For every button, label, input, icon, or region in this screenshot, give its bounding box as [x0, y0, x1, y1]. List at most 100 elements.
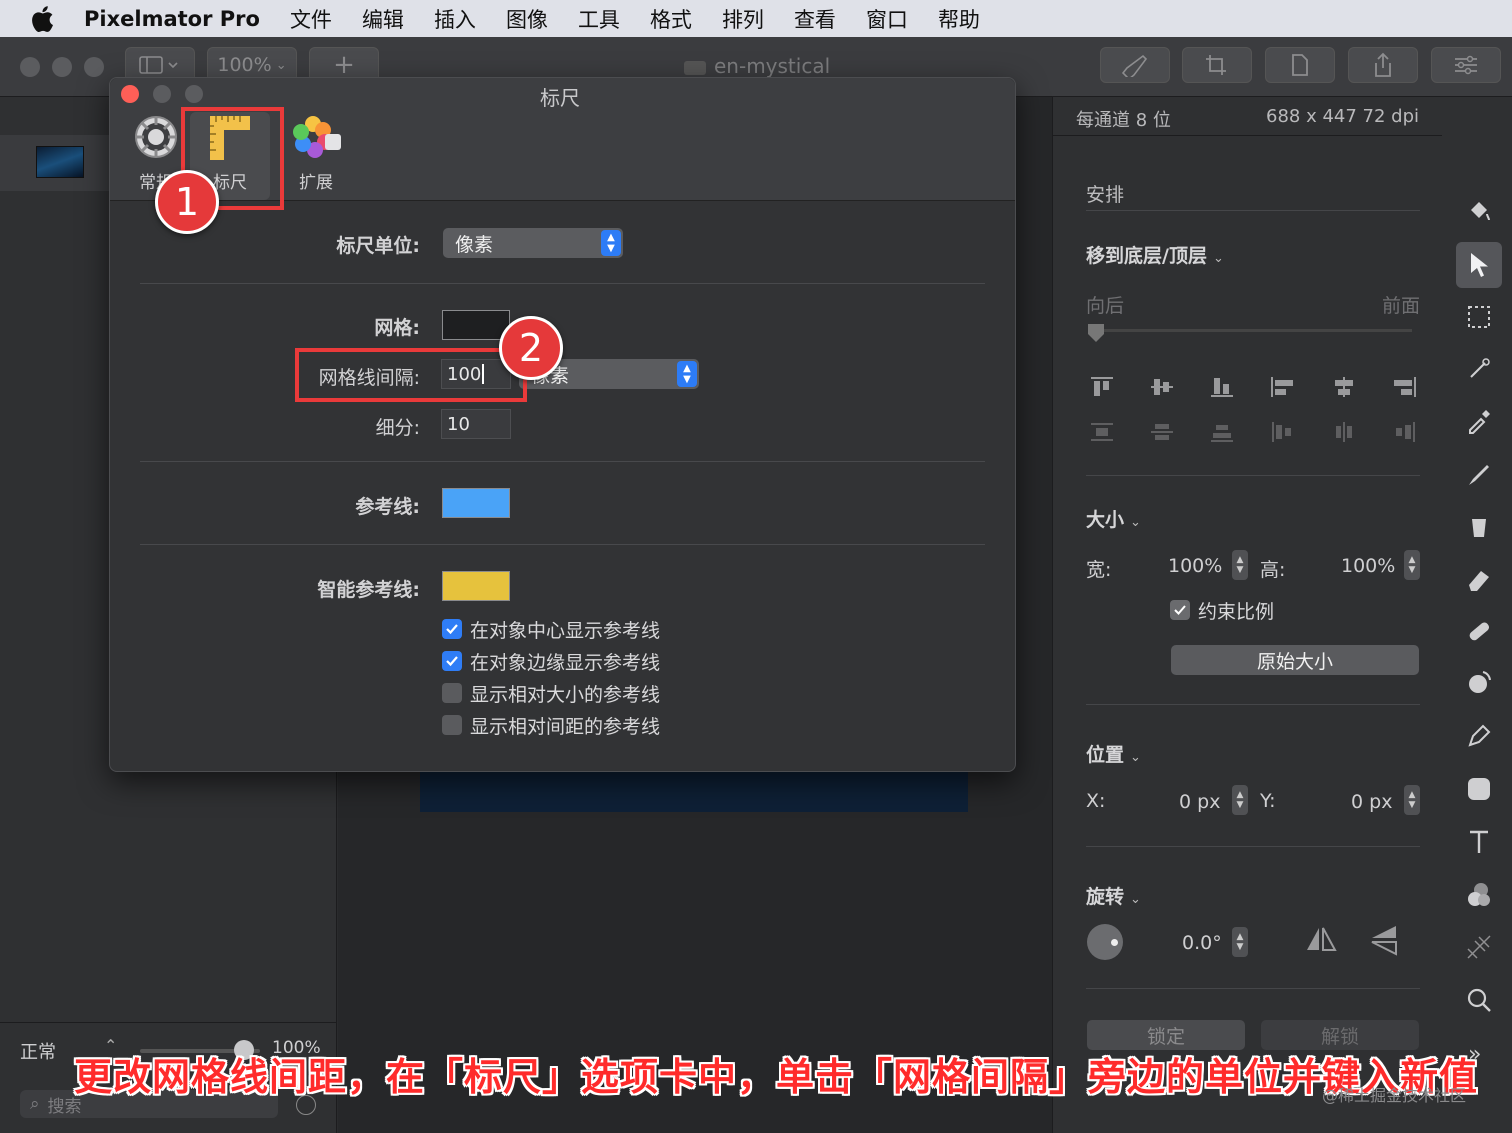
- bucket-icon: [1472, 519, 1486, 537]
- distribute-bottom-icon[interactable]: [1209, 421, 1235, 443]
- subdivisions-input[interactable]: 10: [441, 409, 511, 439]
- guides-center-checkbox[interactable]: 在对象中心显示参考线: [442, 616, 660, 642]
- distribute-top-icon[interactable]: [1089, 421, 1115, 443]
- erase-tool[interactable]: [1459, 559, 1499, 599]
- distribute-right-icon[interactable]: [1391, 421, 1417, 443]
- align-right-icon[interactable]: [1391, 376, 1417, 398]
- paint-tool[interactable]: [1459, 455, 1499, 495]
- menu-bar: Pixelmator Pro 文件 编辑 插入 图像 工具 格式 排列 查看 窗…: [0, 0, 1512, 37]
- canvas-image: [420, 770, 968, 812]
- color-tool[interactable]: [1459, 875, 1499, 915]
- inspector-divider: [1052, 135, 1442, 136]
- brush-button[interactable]: [1100, 47, 1170, 83]
- x-value[interactable]: 0 px: [1179, 791, 1220, 813]
- menu-file[interactable]: 文件: [290, 4, 332, 34]
- arrange-slider[interactable]: [1092, 329, 1412, 332]
- width-stepper[interactable]: ▲ ▼: [1232, 550, 1248, 580]
- menu-arrange[interactable]: 排列: [722, 4, 764, 34]
- align-top-icon[interactable]: [1089, 376, 1115, 398]
- adjust-button[interactable]: [1431, 47, 1501, 83]
- quick-selection-tool[interactable]: [1459, 349, 1499, 389]
- position-section-toggle[interactable]: 位置 ⌄: [1086, 740, 1141, 767]
- fill-tool[interactable]: [1459, 507, 1499, 547]
- move-layer-menu[interactable]: 移到底层/顶层 ⌄: [1086, 241, 1224, 268]
- window-zoom-button[interactable]: [84, 57, 104, 77]
- arrange-slider-knob[interactable]: [1086, 322, 1106, 344]
- distribute-left-icon[interactable]: [1270, 421, 1296, 443]
- align-vertical-center-icon[interactable]: [1149, 376, 1175, 398]
- guides-color-well[interactable]: [442, 488, 510, 518]
- distort-tool[interactable]: [1459, 663, 1499, 703]
- ruler-units-value: 像素: [455, 233, 494, 256]
- ruler-units-popup[interactable]: 像素 ▲ ▼: [443, 228, 623, 258]
- menu-tools[interactable]: 工具: [578, 4, 620, 34]
- flip-horizontal-icon[interactable]: [1305, 926, 1337, 954]
- blend-mode-select[interactable]: 正常: [20, 1038, 56, 1064]
- paint-bucket-icon: [1471, 202, 1490, 221]
- guides-edges-checkbox[interactable]: 在对象边缘显示参考线: [442, 648, 660, 674]
- effects-tool[interactable]: [1459, 927, 1499, 967]
- style-tool[interactable]: [1459, 190, 1499, 230]
- rotation-stepper[interactable]: ▲ ▼: [1232, 927, 1248, 957]
- window-close-button[interactable]: [20, 57, 40, 77]
- dialog-title: 标尺: [540, 86, 580, 110]
- align-horizontal-center-icon[interactable]: [1331, 376, 1357, 398]
- gear-icon: [135, 116, 177, 158]
- menu-image[interactable]: 图像: [506, 4, 548, 34]
- apple-icon[interactable]: [30, 5, 58, 33]
- smart-guides-color-well[interactable]: [442, 571, 510, 601]
- layer-thumbnail: [36, 146, 84, 178]
- crop-button[interactable]: [1182, 47, 1252, 83]
- eyedropper-icon: [1469, 410, 1490, 434]
- guides-relative-spacing-checkbox[interactable]: 显示相对间距的参考线: [442, 712, 660, 738]
- flip-vertical-icon[interactable]: [1370, 924, 1400, 956]
- height-stepper[interactable]: ▲ ▼: [1404, 550, 1420, 580]
- grid-color-well[interactable]: [442, 310, 510, 340]
- type-tool[interactable]: [1459, 822, 1499, 862]
- window-minimize-button[interactable]: [52, 57, 72, 77]
- shape-tool[interactable]: [1459, 769, 1499, 809]
- stepper-up-icon: ▲: [1408, 790, 1416, 800]
- width-value[interactable]: 100%: [1168, 555, 1222, 577]
- size-section-toggle[interactable]: 大小 ⌄: [1086, 505, 1141, 532]
- tab-extensions[interactable]: 扩展: [276, 112, 356, 200]
- menu-insert[interactable]: 插入: [434, 4, 476, 34]
- rotation-dial[interactable]: [1087, 924, 1123, 960]
- share-button[interactable]: [1348, 47, 1418, 83]
- rotate-section-toggle[interactable]: 旋转 ⌄: [1086, 882, 1141, 909]
- y-stepper[interactable]: ▲ ▼: [1404, 785, 1420, 815]
- share-icon: [1375, 52, 1391, 77]
- section-divider: [1086, 475, 1420, 476]
- tutorial-caption: 更改网格线间距，在「标尺」选项卡中，单击「网格间隔」旁边的单位并键入新值: [74, 1055, 1479, 1099]
- menu-help[interactable]: 帮助: [938, 4, 980, 34]
- constrain-proportions-checkbox[interactable]: 约束比例: [1170, 597, 1274, 623]
- arrange-tool[interactable]: [1456, 242, 1502, 288]
- height-value[interactable]: 100%: [1341, 555, 1395, 577]
- distribute-middle-icon[interactable]: [1149, 421, 1175, 443]
- original-size-button[interactable]: 原始大小: [1171, 645, 1419, 675]
- eraser-icon: [1469, 571, 1489, 591]
- align-bottom-icon[interactable]: [1209, 376, 1235, 398]
- y-value[interactable]: 0 px: [1351, 791, 1392, 813]
- align-left-icon[interactable]: [1270, 376, 1296, 398]
- menu-window[interactable]: 窗口: [866, 4, 908, 34]
- plus-icon: +: [333, 50, 355, 80]
- document-button[interactable]: [1265, 47, 1335, 83]
- menu-app-name[interactable]: Pixelmator Pro: [84, 7, 260, 31]
- x-stepper[interactable]: ▲ ▼: [1232, 785, 1248, 815]
- checkbox-empty-icon: [442, 715, 462, 735]
- distribute-center-icon[interactable]: [1331, 421, 1357, 443]
- rotation-value[interactable]: 0.0°: [1182, 932, 1222, 954]
- menu-format[interactable]: 格式: [650, 4, 692, 34]
- retouch-tool[interactable]: [1459, 611, 1499, 651]
- pen-tool[interactable]: [1459, 716, 1499, 756]
- menu-edit[interactable]: 编辑: [362, 4, 404, 34]
- zoom-tool[interactable]: [1459, 980, 1499, 1020]
- dialog-separator: [140, 544, 985, 545]
- color-adjust-tool[interactable]: [1459, 401, 1499, 441]
- menu-view[interactable]: 查看: [794, 4, 836, 34]
- rotate-title: 旋转: [1086, 886, 1125, 908]
- selection-tool[interactable]: [1459, 297, 1499, 337]
- guides-relative-size-checkbox[interactable]: 显示相对大小的参考线: [442, 680, 660, 706]
- sparkle-icon: [1467, 935, 1491, 959]
